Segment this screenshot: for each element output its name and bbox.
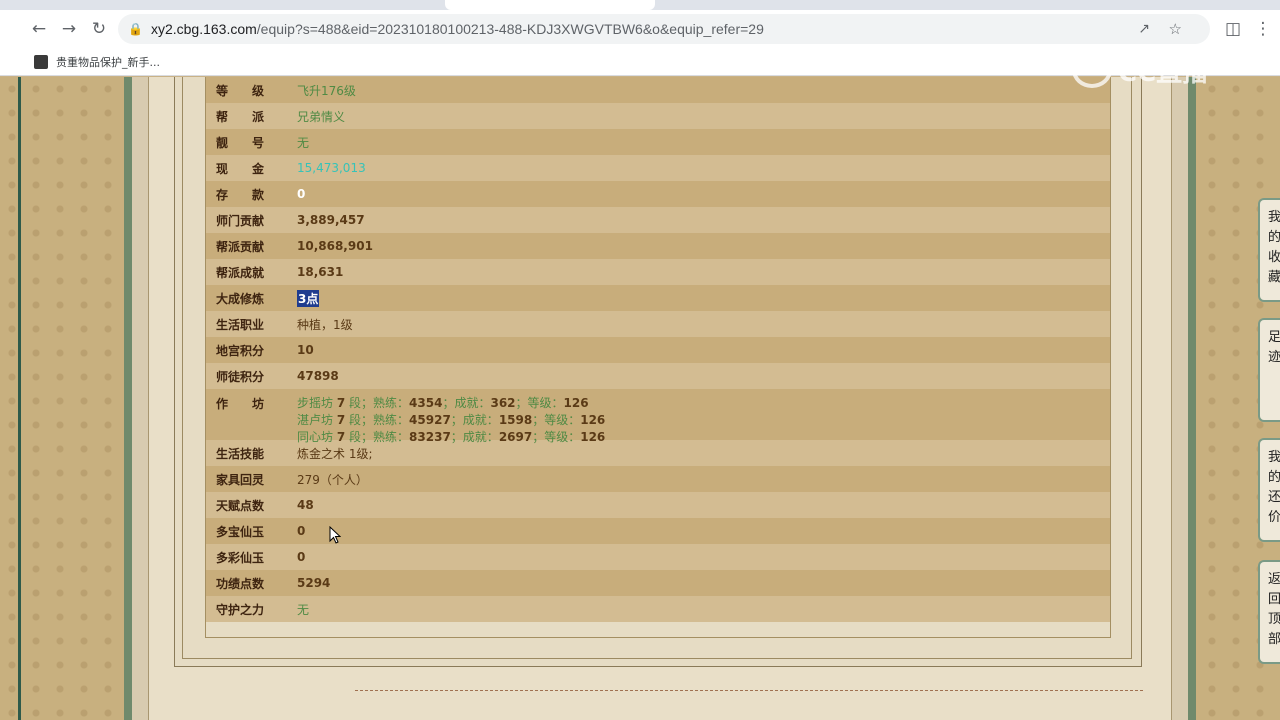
share-icon[interactable]: ↗ [1138,21,1150,37]
row-label: 师徒积分 [216,369,265,384]
row-label: 靓 号 [216,135,265,150]
lock-icon: 🔒 [128,22,143,36]
table-row: 天赋点数 48 [206,492,1110,518]
table-row: 生活职业 种植，1级 [206,311,1110,337]
side-panel-icon[interactable]: ◫ [1218,14,1248,44]
row-value: 47898 [297,369,339,383]
row-label: 等 级 [216,83,265,98]
row-label: 多宝仙玉 [216,524,265,539]
row-value: 兄弟情义 [297,109,346,124]
table-row: 帮派成就 18,631 [206,259,1110,285]
footprint-button[interactable]: 足迹 [1258,318,1280,422]
row-value: 5294 [297,576,331,590]
star-icon[interactable]: ☆ [1169,20,1182,38]
row-value: 飞升176级 [297,83,356,98]
workshop-item: 步摇坊 7 段；熟练：4354；成就：362；等级：126 [297,396,589,410]
table-row: 等 级 飞升176级 [206,77,1110,103]
row-label: 大成修炼 [216,291,265,306]
cash-value: 15,473,013 [297,161,366,175]
row-value: 0 [297,524,306,538]
tab-strip [0,0,1280,10]
menu-icon[interactable]: ⋮ [1248,14,1278,44]
cc-logo-icon [1072,52,1112,88]
row-label: 守护之力 [216,602,265,617]
row-value: 48 [297,498,314,512]
row-value: 0 [297,550,306,564]
table-row: 家具回灵 279（个人） [206,466,1110,492]
table-row: 功绩点数 5294 [206,570,1110,596]
selected-text[interactable]: 3点 [297,289,320,307]
workshop-item: 湛卢坊 7 段；熟练：45927；成就：1598；等级：126 [297,413,606,427]
table-row: 大成修炼 3点 [206,285,1110,311]
row-label: 天赋点数 [216,498,265,513]
row-label: 帮 派 [216,109,265,124]
back-icon[interactable]: ← [24,14,54,44]
workshop-list: 步摇坊 7 段；熟练：4354；成就：362；等级：126 湛卢坊 7 段；熟练… [297,395,605,446]
table-row: 帮派贡献 10,868,901 [206,233,1110,259]
table-row: 存 款 0 [206,181,1110,207]
row-label: 家具回灵 [216,472,265,487]
back-to-top-button[interactable]: 返回顶部 [1258,560,1280,664]
row-label: 作 坊 [216,397,265,411]
row-value: 0 [297,187,306,201]
table-row: 现 金 15,473,013 [206,155,1110,181]
row-value: 炼金之术 1级; [297,446,373,461]
reload-icon[interactable]: ↻ [84,14,114,44]
table-row: 靓 号 无 [206,129,1110,155]
table-row: 帮 派 兄弟情义 [206,103,1110,129]
row-value: 种植，1级 [297,317,353,332]
row-value: 10 [297,343,314,357]
address-bar[interactable]: 🔒 xy2.cbg.163.com/equip?s=488&eid=202310… [118,14,1210,44]
mouse-cursor-icon [329,526,341,544]
row-label: 存 款 [216,187,265,202]
divider [355,690,1143,691]
row-label: 帮派成就 [216,265,265,280]
table-row: 多宝仙玉 0 [206,518,1110,544]
row-value: 279（个人） [297,472,368,487]
workshop-item: 同心坊 7 段；熟练：83237；成就：2697；等级：126 [297,430,606,444]
table-row: 地宫积分 10 [206,337,1110,363]
my-counteroffer-button[interactable]: 我的还价 [1258,438,1280,542]
row-label: 多彩仙玉 [216,550,265,565]
character-info-table: 等 级 飞升176级 帮 派 兄弟情义 靓 号 无 现 金 15,473,013… [205,77,1111,638]
active-tab[interactable] [445,0,655,10]
row-value: 无 [297,602,310,617]
row-label: 生活技能 [216,446,265,461]
row-label: 功绩点数 [216,576,265,591]
row-value: 10,868,901 [297,239,373,253]
row-value: 无 [297,135,310,150]
row-label: 师门贡献 [216,213,265,228]
bookmark-favicon-icon [34,54,48,69]
table-row: 生活技能 炼金之术 1级; [206,440,1110,466]
row-label: 地宫积分 [216,343,265,358]
row-value: 3,889,457 [297,213,365,227]
forward-icon[interactable]: → [54,14,84,44]
bookmark-item[interactable]: 贵重物品保护_新手... [56,54,160,70]
my-favorites-button[interactable]: 我的收藏 [1258,198,1280,302]
browser-toolbar: ← → ↻ 🔒 xy2.cbg.163.com/equip?s=488&eid=… [0,10,1280,48]
row-label: 现 金 [216,161,265,176]
left-edge [18,77,21,720]
table-row: 多彩仙玉 0 [206,544,1110,570]
table-row: 师门贡献 3,889,457 [206,207,1110,233]
stream-watermark: CC直播 [1072,50,1242,90]
row-label: 生活职业 [216,317,265,332]
row-label: 帮派贡献 [216,239,265,254]
table-row: 师徒积分 47898 [206,363,1110,389]
row-value: 18,631 [297,265,344,279]
url-text: xy2.cbg.163.com/equip?s=488&eid=20231018… [150,21,764,37]
table-row-workshop: 作 坊 步摇坊 7 段；熟练：4354；成就：362；等级：126 湛卢坊 7 … [206,389,1110,444]
table-row: 守护之力 无 [206,596,1110,622]
